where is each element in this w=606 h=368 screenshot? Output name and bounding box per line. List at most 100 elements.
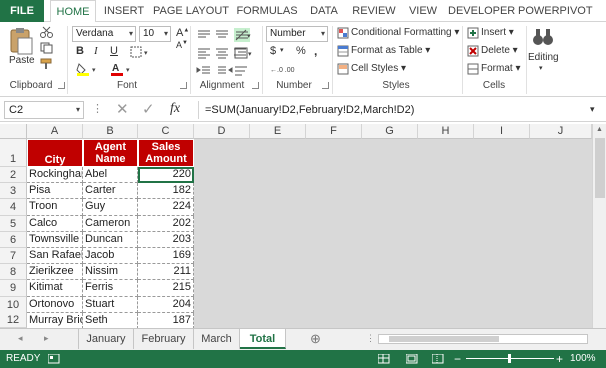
- orientation-icon[interactable]: ▾: [234, 28, 254, 42]
- row-header[interactable]: 4: [0, 199, 27, 216]
- increase-font-icon[interactable]: A▲: [176, 27, 189, 39]
- row-header-1[interactable]: 1: [0, 139, 27, 167]
- tab-data[interactable]: DATA: [304, 0, 344, 22]
- indent-icons[interactable]: [196, 64, 236, 78]
- cell-agent[interactable]: Stuart: [83, 296, 138, 313]
- merge-center-icon[interactable]: ▾: [234, 46, 254, 60]
- sheet-tab-total[interactable]: Total: [240, 329, 286, 349]
- page-layout-view-icon[interactable]: [406, 354, 418, 364]
- tab-view[interactable]: VIEW: [404, 0, 442, 22]
- cell-agent[interactable]: Cameron: [83, 215, 138, 232]
- cell-agent[interactable]: Abel: [83, 167, 138, 184]
- name-box[interactable]: C2 ▾: [4, 101, 84, 119]
- cell-city[interactable]: Kitimat: [27, 280, 83, 297]
- format-button[interactable]: Format ▾: [481, 63, 520, 74]
- cut-icon[interactable]: [40, 26, 54, 38]
- underline-button[interactable]: U: [110, 45, 118, 57]
- cell-amount[interactable]: 204: [138, 296, 194, 313]
- tab-formulas[interactable]: FORMULAS: [236, 0, 298, 22]
- font-size-dropdown[interactable]: 10 ▾: [139, 26, 171, 42]
- column-header-b[interactable]: B: [83, 124, 138, 139]
- cell-agent[interactable]: Guy: [83, 199, 138, 216]
- row-header[interactable]: 2: [0, 167, 27, 184]
- cell-amount[interactable]: 215: [138, 280, 194, 297]
- horizontal-scrollbar[interactable]: [378, 334, 588, 344]
- tab-powerpivot[interactable]: POWERPIVOT: [518, 0, 593, 22]
- scroll-sheets-left-icon[interactable]: ◂: [18, 333, 23, 344]
- add-sheet-icon[interactable]: ⊕: [310, 331, 321, 347]
- cell-amount[interactable]: 224: [138, 199, 194, 216]
- wrap-text-icon[interactable]: [234, 64, 254, 78]
- header-city[interactable]: City: [27, 139, 83, 167]
- insert-button[interactable]: Insert ▾: [481, 27, 514, 38]
- sheet-tab-march[interactable]: March: [194, 329, 240, 349]
- cell-city[interactable]: San Rafael: [27, 248, 83, 265]
- borders-icon[interactable]: ▾: [130, 46, 152, 58]
- cell-agent[interactable]: Ferris: [83, 280, 138, 297]
- cell-agent[interactable]: Jacob: [83, 248, 138, 265]
- column-header-i[interactable]: I: [474, 124, 530, 139]
- scroll-thumb[interactable]: [595, 138, 605, 198]
- scroll-sheets-right-icon[interactable]: ▸: [44, 333, 49, 344]
- tab-home[interactable]: HOME: [50, 0, 96, 23]
- column-header-g[interactable]: G: [362, 124, 418, 139]
- formula-input[interactable]: =SUM(January!D2,February!D2,March!D2): [198, 101, 602, 119]
- normal-view-icon[interactable]: [378, 354, 390, 364]
- cell-amount[interactable]: 182: [138, 183, 194, 200]
- tab-file[interactable]: FILE: [0, 0, 44, 22]
- column-header-a[interactable]: A: [27, 124, 83, 139]
- sheet-tab-january[interactable]: January: [78, 329, 134, 349]
- cell-city[interactable]: Townsville: [27, 231, 83, 248]
- cell-city[interactable]: Troon: [27, 199, 83, 216]
- tab-page-layout[interactable]: PAGE LAYOUT: [152, 0, 230, 22]
- format-as-table-button[interactable]: Format as Table ▾: [351, 45, 430, 56]
- cell-city[interactable]: Calco: [27, 215, 83, 232]
- more-options-icon[interactable]: ⋮: [366, 333, 375, 344]
- horizontal-scroll-thumb[interactable]: [389, 336, 499, 342]
- column-header-j[interactable]: J: [530, 124, 592, 139]
- row-header-12[interactable]: 12: [0, 312, 27, 328]
- row-header[interactable]: 9: [0, 280, 27, 297]
- column-header-e[interactable]: E: [250, 124, 306, 139]
- row-header[interactable]: 5: [0, 215, 27, 232]
- cell-styles-button[interactable]: Cell Styles ▾: [351, 63, 406, 74]
- comma-button[interactable]: ,: [314, 44, 317, 58]
- tab-developer[interactable]: DEVELOPER: [448, 0, 515, 22]
- cell-city[interactable]: Ortonovo: [27, 296, 83, 313]
- copy-icon[interactable]: [40, 42, 54, 54]
- decimal-icons[interactable]: ←.0 .00: [270, 62, 320, 76]
- font-launcher-icon[interactable]: [180, 82, 187, 89]
- number-format-dropdown[interactable]: Number ▾: [266, 26, 328, 42]
- worksheet-grid[interactable]: A B C D E F G H I J 1 City Agent Name Sa…: [0, 124, 592, 328]
- cell-city[interactable]: Rockinghan: [27, 167, 83, 184]
- row-header[interactable]: 8: [0, 264, 27, 281]
- cell-agent[interactable]: Carter: [83, 183, 138, 200]
- tab-review[interactable]: REVIEW: [350, 0, 398, 22]
- scroll-up-icon[interactable]: ▲: [596, 126, 603, 133]
- delete-button[interactable]: Delete ▾: [481, 45, 518, 56]
- row-header[interactable]: 3: [0, 183, 27, 200]
- font-name-dropdown[interactable]: Verdana ▾: [72, 26, 136, 42]
- vertical-scrollbar[interactable]: ▲: [592, 124, 606, 328]
- zoom-in-button[interactable]: +: [556, 350, 563, 368]
- paste-icon[interactable]: [8, 26, 34, 56]
- cell-agent[interactable]: Duncan: [83, 231, 138, 248]
- bold-button[interactable]: B: [76, 45, 84, 57]
- alignment-launcher-icon[interactable]: [252, 82, 259, 89]
- format-painter-icon[interactable]: [40, 58, 54, 70]
- tab-insert[interactable]: INSERT: [100, 0, 148, 22]
- column-header-d[interactable]: D: [194, 124, 250, 139]
- currency-button[interactable]: $: [270, 45, 276, 57]
- cell-city[interactable]: Pisa: [27, 183, 83, 200]
- cancel-entry-icon[interactable]: ✕: [116, 100, 129, 118]
- cell-amount[interactable]: 187: [138, 312, 194, 328]
- italic-button[interactable]: I: [94, 45, 98, 57]
- row-header[interactable]: 7: [0, 248, 27, 265]
- cell-city[interactable]: Zierikzee: [27, 264, 83, 281]
- column-header-h[interactable]: H: [418, 124, 474, 139]
- insert-function-icon[interactable]: fx: [170, 101, 180, 117]
- zoom-slider-thumb[interactable]: [508, 354, 511, 363]
- editing-button[interactable]: Editing: [528, 52, 559, 63]
- paste-button[interactable]: Paste: [9, 55, 35, 66]
- more-options-icon[interactable]: ⋮: [92, 102, 103, 115]
